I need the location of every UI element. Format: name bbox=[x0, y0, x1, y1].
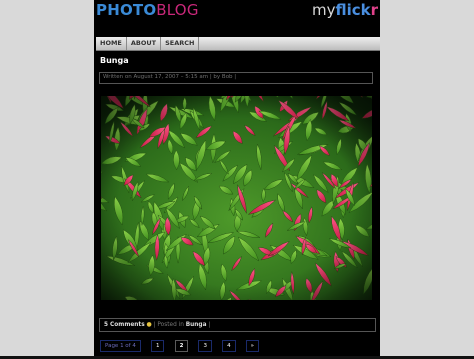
right-margin bbox=[380, 0, 474, 356]
myflickr-flick-text: flick bbox=[335, 1, 371, 19]
photoblog-page: PHOTOBLOG myflickr HOME ABOUT SEARCH Bun… bbox=[94, 0, 380, 356]
page-link-4[interactable]: 4 bbox=[222, 340, 236, 352]
nav-item-home[interactable]: HOME bbox=[96, 37, 127, 50]
post-footer: 5 Comments ● | Posted in Bunga | bbox=[99, 318, 376, 332]
pagination: Page 1 of 4 1 2 3 4 » bbox=[100, 340, 264, 352]
left-margin bbox=[0, 0, 94, 356]
logo-blog-text: BLOG bbox=[156, 1, 199, 19]
nav-item-about[interactable]: ABOUT bbox=[127, 37, 162, 50]
page-current-2: 2 bbox=[174, 340, 189, 352]
page-count-label: Page 1 of 4 bbox=[100, 340, 141, 352]
nav-item-search[interactable]: SEARCH bbox=[161, 37, 200, 50]
myflickr-link[interactable]: myflickr bbox=[312, 1, 378, 19]
post-photo[interactable] bbox=[101, 96, 372, 300]
comment-bubble-icon: ● bbox=[146, 321, 152, 328]
category-link[interactable]: Bunga bbox=[186, 322, 207, 328]
photoblog-logo[interactable]: PHOTOBLOG bbox=[96, 1, 199, 19]
posted-in-label: Posted in bbox=[157, 322, 184, 328]
header: PHOTOBLOG myflickr bbox=[94, 0, 380, 26]
post-meta-text: Written on August 17, 2007 – 5:15 am | b… bbox=[103, 74, 237, 80]
next-page-link[interactable]: » bbox=[245, 340, 260, 352]
separator: | bbox=[153, 322, 156, 328]
post-footer-text: 5 Comments ● | Posted in Bunga | bbox=[104, 321, 210, 328]
separator: | bbox=[208, 322, 211, 328]
post-title[interactable]: Bunga bbox=[100, 56, 129, 65]
myflickr-my-text: my bbox=[311, 1, 336, 19]
comments-link[interactable]: 5 Comments bbox=[104, 322, 145, 328]
logo-photo-text: PHOTO bbox=[96, 1, 157, 19]
myflickr-r-text: r bbox=[370, 1, 378, 19]
page-link-3[interactable]: 3 bbox=[198, 340, 212, 352]
page-link-1[interactable]: 1 bbox=[150, 340, 165, 352]
main-nav: HOME ABOUT SEARCH bbox=[96, 37, 380, 51]
post-meta: Written on August 17, 2007 – 5:15 am | b… bbox=[99, 72, 373, 84]
